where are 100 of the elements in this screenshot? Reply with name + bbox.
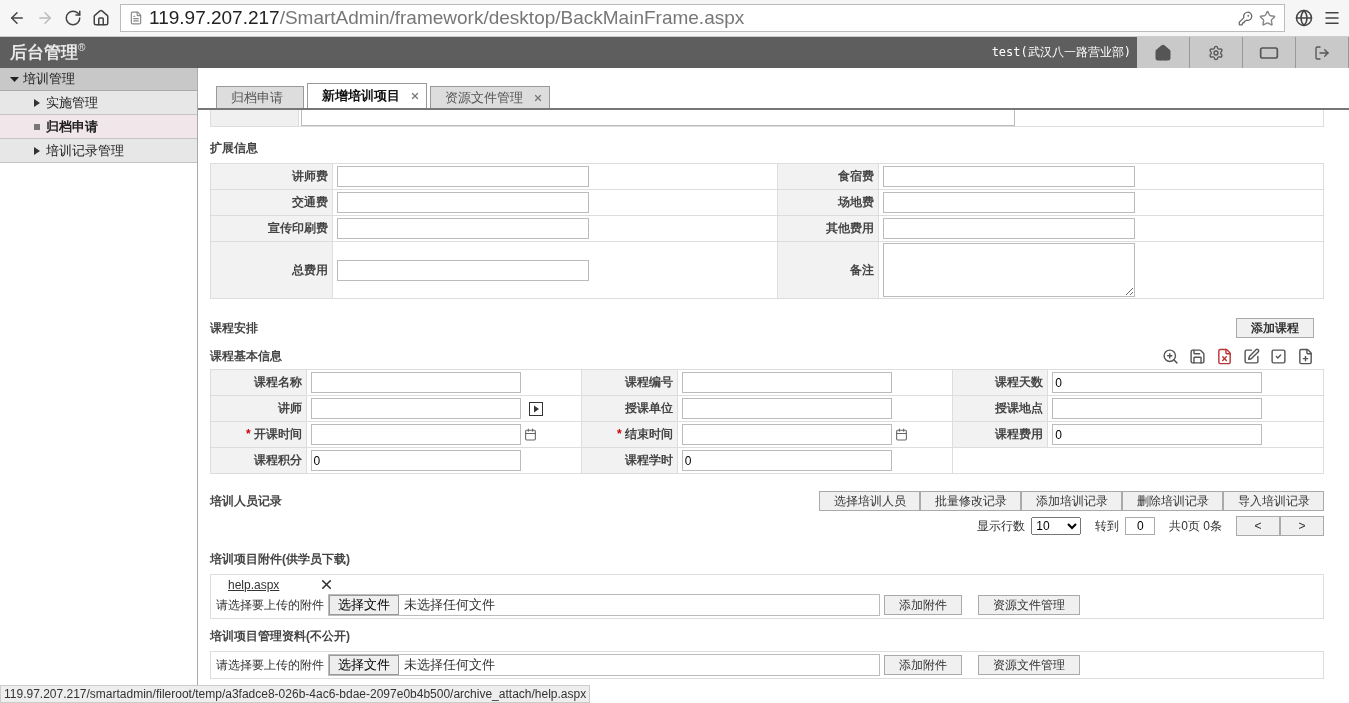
page-total: 共0页 0条 xyxy=(1169,517,1222,535)
search-icon[interactable] xyxy=(1162,347,1179,365)
text-field[interactable] xyxy=(883,218,1136,239)
section-title: 课程基本信息 xyxy=(210,347,282,365)
page-icon xyxy=(129,11,143,25)
field-label: 课程学时 xyxy=(581,447,678,474)
reload-icon[interactable] xyxy=(64,9,82,27)
add-icon[interactable] xyxy=(1297,347,1314,365)
logout-icon xyxy=(1314,44,1330,61)
field-label: 食宿费 xyxy=(777,163,879,190)
goto-label: 转到 xyxy=(1095,517,1120,535)
field-label: 交通费 xyxy=(210,189,333,216)
attach-button[interactable]: 添加附件 xyxy=(884,595,962,615)
sidebar-group[interactable]: 培训管理 xyxy=(0,68,197,91)
status-url: 119.97.207.217/smartadmin/fileroot/temp/a3fadce8-026b-4ac6-bdae-2097e0b4b500/archive_attach/help.aspx xyxy=(0,685,591,703)
sidebar-item[interactable]: 归档申请 xyxy=(0,115,197,139)
attach-button[interactable]: 添加附件 xyxy=(884,655,962,675)
action-button[interactable]: 选择培训人员 xyxy=(819,491,920,511)
choose-file-button[interactable]: 选择文件 xyxy=(329,595,399,615)
file-field[interactable]: 选择文件 未选择任何文件 xyxy=(328,654,880,676)
field-label: * 开课时间 xyxy=(210,421,307,448)
edit-icon[interactable] xyxy=(1243,347,1260,365)
sidebar-item[interactable]: 培训记录管理 xyxy=(0,139,197,163)
text-field[interactable]: 0 xyxy=(1052,424,1263,445)
field-label: 其他费用 xyxy=(777,215,879,242)
address-field[interactable]: 119.97.207.217/SmartAdmin/framework/desktop/BackMainFrame.aspx xyxy=(120,4,1285,32)
globe-icon[interactable] xyxy=(1295,9,1313,27)
text-field[interactable] xyxy=(681,424,892,445)
field-label: 课程编号 xyxy=(581,369,678,396)
sidebar-item[interactable]: 实施管理 xyxy=(0,91,197,115)
attach-button[interactable]: 资源文件管理 xyxy=(978,655,1080,675)
field-label: * 结束时间 xyxy=(581,421,678,448)
section-title: 课程安排 xyxy=(210,319,258,337)
gear-icon xyxy=(1208,44,1224,61)
caret-icon xyxy=(34,98,40,107)
check-icon[interactable] xyxy=(1270,347,1287,365)
text-field[interactable] xyxy=(337,166,590,187)
back-icon[interactable] xyxy=(8,9,26,27)
section-title: 扩展信息 xyxy=(210,140,258,157)
text-field[interactable] xyxy=(337,218,590,239)
field-label: 课程天数 xyxy=(952,369,1048,396)
action-button[interactable]: 删除培训记录 xyxy=(1122,491,1223,511)
text-field[interactable]: 0 xyxy=(681,450,892,471)
calendar-icon[interactable] xyxy=(894,428,908,441)
page-field[interactable]: 0 xyxy=(1125,517,1156,535)
home-icon xyxy=(1154,43,1172,62)
text-field[interactable] xyxy=(310,424,521,445)
add-course-button[interactable]: 添加课程 xyxy=(1236,318,1314,338)
field-label: 课程积分 xyxy=(210,447,307,474)
forward-icon[interactable] xyxy=(36,9,54,27)
prev-button[interactable]: < xyxy=(1236,516,1280,536)
next-button[interactable]: > xyxy=(1280,516,1324,536)
rows-select[interactable]: 10 xyxy=(1031,517,1082,535)
remarks-field[interactable] xyxy=(883,243,1136,297)
text-field[interactable] xyxy=(681,398,892,419)
app-title: 后台管理$^{®}$ xyxy=(9,41,87,64)
delete-icon[interactable] xyxy=(1216,347,1233,365)
field-label: 课程费用 xyxy=(952,421,1048,448)
home-button[interactable] xyxy=(1137,37,1190,68)
text-field[interactable] xyxy=(337,192,590,213)
text-field[interactable] xyxy=(310,398,521,419)
tab[interactable]: 新增培训项目 xyxy=(307,83,427,108)
text-field[interactable] xyxy=(337,259,590,281)
field-label: 课程名称 xyxy=(210,369,307,396)
field-label: 讲师费 xyxy=(210,163,333,190)
rows-label: 显示行数 xyxy=(977,517,1026,535)
file-field[interactable]: 选择文件 未选择任何文件 xyxy=(328,594,880,616)
section-title: 培训项目附件(供学员下载) xyxy=(210,550,350,568)
upload-prompt: 请选择要上传的附件 xyxy=(216,656,324,674)
text-field[interactable]: 0 xyxy=(1052,372,1263,393)
tab[interactable]: 资源文件管理 xyxy=(430,86,550,108)
save-icon[interactable] xyxy=(1189,347,1206,365)
text-field[interactable] xyxy=(883,166,1136,187)
logout-button[interactable] xyxy=(1296,37,1349,68)
menu-icon[interactable] xyxy=(1323,9,1341,27)
field-label: 授课地点 xyxy=(952,395,1048,422)
text-field[interactable] xyxy=(681,372,892,393)
field-label: 讲师 xyxy=(210,395,307,422)
star-icon[interactable] xyxy=(1259,9,1276,27)
text-field[interactable] xyxy=(1052,398,1263,419)
attach-button[interactable]: 资源文件管理 xyxy=(978,595,1080,615)
section-title: 培训项目管理资料(不公开) xyxy=(210,627,350,645)
choose-file-button[interactable]: 选择文件 xyxy=(329,655,399,675)
settings-button[interactable] xyxy=(1190,37,1243,68)
play-icon[interactable] xyxy=(528,401,543,416)
file-link[interactable]: help.aspx xyxy=(228,577,280,592)
field-label: 总费用 xyxy=(210,241,333,299)
window-button[interactable] xyxy=(1243,37,1296,68)
action-button[interactable]: 批量修改记录 xyxy=(920,491,1021,511)
text-field[interactable]: 0 xyxy=(310,450,521,471)
key-icon[interactable] xyxy=(1238,10,1253,26)
field-label: 授课单位 xyxy=(581,395,678,422)
action-button[interactable]: 添加培训记录 xyxy=(1021,491,1122,511)
calendar-icon[interactable] xyxy=(523,428,537,441)
home-icon[interactable] xyxy=(92,9,110,27)
user-name: test(武汉八一路营业部) xyxy=(991,44,1132,61)
action-button[interactable]: 导入培训记录 xyxy=(1223,491,1324,511)
text-field[interactable] xyxy=(310,372,521,393)
text-field[interactable] xyxy=(883,192,1136,213)
tab[interactable]: 归档申请 xyxy=(216,86,304,108)
